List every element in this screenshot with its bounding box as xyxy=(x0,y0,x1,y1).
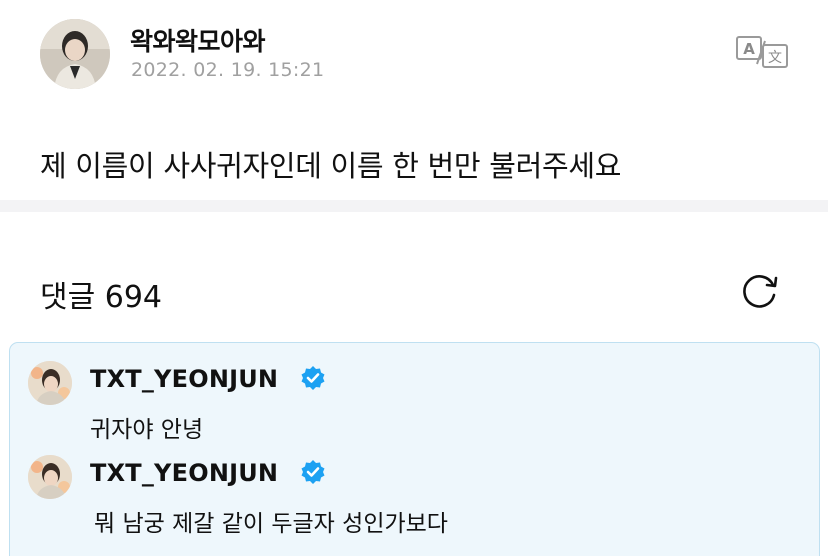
refresh-button[interactable] xyxy=(740,271,780,311)
commenter-name[interactable]: TXT_YEONJUN xyxy=(90,365,278,393)
commenter-name[interactable]: TXT_YEONJUN xyxy=(90,459,278,487)
post-detail-page: 왁와왁모아와 2022. 02. 19. 15:21 A 文 제 이름이 사사귀… xyxy=(0,0,828,556)
comment-item: TXT_YEONJUN 귀자야 안녕 xyxy=(28,361,788,451)
svg-text:A: A xyxy=(743,40,755,58)
post-body-text: 제 이름이 사사귀자인데 이름 한 번만 불러주세요 xyxy=(40,149,622,183)
highlighted-comments-box: TXT_YEONJUN 귀자야 안녕 TXT_YEONJUN 뭐 남궁 제갈 같… xyxy=(9,342,820,556)
author-avatar-image xyxy=(40,19,110,89)
verified-badge-icon xyxy=(301,460,325,484)
section-divider xyxy=(0,200,828,212)
author-name[interactable]: 왁와왁모아와 xyxy=(130,22,266,58)
comment-text: 뭐 남궁 제갈 같이 두글자 성인가보다 xyxy=(94,511,448,537)
post-date: 2022. 02. 19. 15:21 xyxy=(131,59,325,81)
comment-item: TXT_YEONJUN 뭐 남궁 제갈 같이 두글자 성인가보다 xyxy=(28,455,788,545)
commenter-avatar-image xyxy=(28,361,72,405)
translate-button[interactable]: A 文 xyxy=(735,33,789,69)
commenter-avatar[interactable] xyxy=(28,361,72,405)
author-avatar[interactable] xyxy=(40,19,110,89)
svg-text:文: 文 xyxy=(768,50,782,66)
comment-text: 귀자야 안녕 xyxy=(90,417,204,443)
comments-count-title: 댓글 694 xyxy=(40,280,162,315)
verified-badge-icon xyxy=(301,366,325,390)
post-header: 왁와왁모아와 2022. 02. 19. 15:21 A 文 xyxy=(40,19,790,91)
commenter-avatar-image xyxy=(28,455,72,499)
translate-icon: A 文 xyxy=(736,36,788,68)
commenter-avatar[interactable] xyxy=(28,455,72,499)
comments-header: 댓글 694 xyxy=(40,268,785,315)
refresh-icon xyxy=(743,275,778,308)
